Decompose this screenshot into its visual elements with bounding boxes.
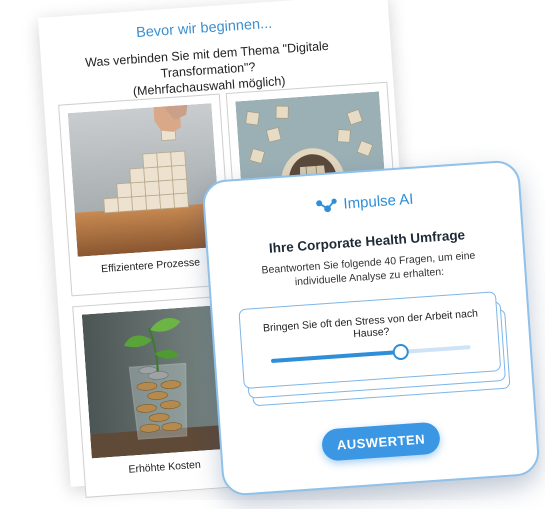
impulse-card-wrapper: Impulse AI Ihre Corporate Health Umfrage… [201, 159, 541, 497]
brand-header: Impulse AI [205, 183, 523, 223]
question-card-stack: Bringen Sie oft den Stress von der Arbei… [238, 291, 511, 407]
brand-name: Impulse AI [342, 191, 414, 213]
impulse-card: Impulse AI Ihre Corporate Health Umfrage… [201, 159, 541, 497]
stage: Bevor wir beginnen... Was verbinden Sie … [0, 0, 545, 509]
stacked-wooden-blocks-photo [67, 103, 222, 257]
answer-slider[interactable] [270, 340, 471, 368]
evaluate-button[interactable]: AUSWERTEN [320, 421, 441, 462]
impulse-logo-icon [315, 198, 337, 212]
slider-thumb[interactable] [392, 343, 410, 361]
slider-fill [270, 349, 401, 364]
